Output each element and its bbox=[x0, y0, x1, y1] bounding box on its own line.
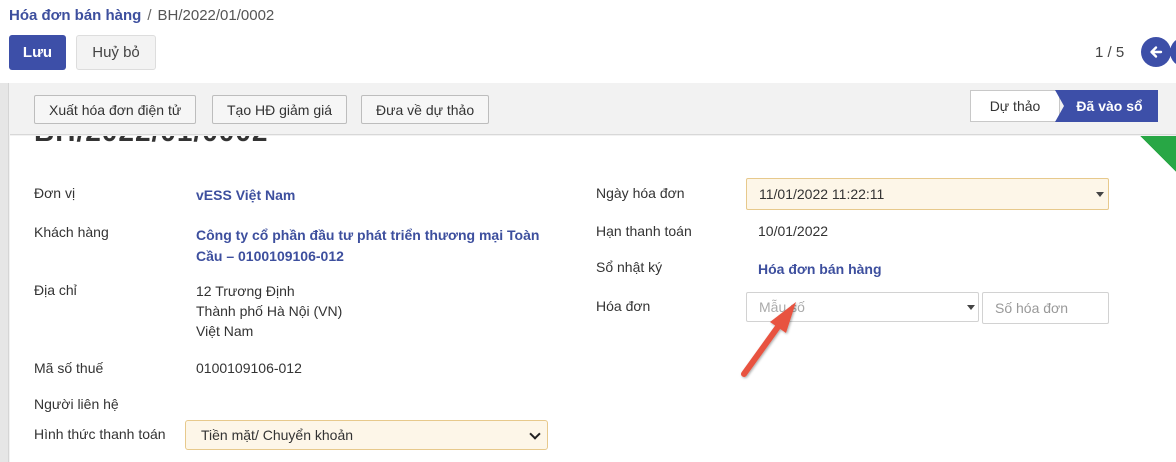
breadcrumb-separator: / bbox=[147, 7, 152, 24]
invoice-date-field[interactable]: 11/01/2022 11:22:11 bbox=[746, 178, 1109, 210]
unit-label: Đơn vị bbox=[34, 185, 76, 201]
annotation-arrow-icon bbox=[741, 302, 796, 377]
pager-next-button[interactable] bbox=[1170, 37, 1176, 67]
breadcrumb-current: BH/2022/01/0002 bbox=[157, 7, 275, 24]
due-date-label: Hạn thanh toán bbox=[596, 223, 692, 239]
contact-label: Người liên hệ bbox=[34, 396, 119, 412]
dropdown-caret-icon bbox=[967, 305, 975, 310]
unit-link[interactable]: vESS Việt Nam bbox=[196, 185, 295, 206]
due-date-value: 10/01/2022 bbox=[758, 223, 829, 239]
save-button[interactable]: Lưu bbox=[9, 35, 66, 70]
chevron-down-icon bbox=[529, 428, 541, 440]
invoice-label: Hóa đơn bbox=[596, 298, 651, 314]
payment-method-select[interactable]: Tiền mặt/ Chuyển khoản bbox=[185, 420, 548, 450]
payment-method-label: Hình thức thanh toán bbox=[34, 426, 166, 442]
tax-code-value: 0100109106-012 bbox=[196, 360, 302, 376]
customer-link[interactable]: Công ty cổ phần đầu tư phát triển thương… bbox=[196, 225, 539, 267]
customer-label: Khách hàng bbox=[34, 224, 109, 240]
journal-label: Sổ nhật ký bbox=[596, 259, 663, 275]
address-line3: Việt Nam bbox=[196, 323, 254, 339]
sheet-left-edge bbox=[0, 83, 9, 462]
breadcrumb: Hóa đơn bán hàng / BH/2022/01/0002 bbox=[9, 7, 274, 24]
stage-posted[interactable]: Đã vào sổ bbox=[1055, 90, 1158, 122]
journal-link[interactable]: Hóa đơn bán hàng bbox=[758, 259, 882, 280]
invoice-date-value: 11/01/2022 11:22:11 bbox=[759, 186, 885, 202]
payment-method-value: Tiền mặt/ Chuyển khoản bbox=[201, 427, 354, 443]
invoice-number-input[interactable]: Số hóa đơn bbox=[982, 292, 1109, 324]
stage-draft[interactable]: Dự thảo bbox=[970, 90, 1060, 122]
create-discount-invoice-button[interactable]: Tạo HĐ giảm giá bbox=[212, 95, 348, 124]
invoice-date-label: Ngày hóa đơn bbox=[596, 185, 685, 201]
customer-name-line2: Cầu – 0100109106-012 bbox=[196, 248, 344, 264]
export-einvoice-button[interactable]: Xuất hóa đơn điện tử bbox=[34, 95, 197, 124]
address-line2: Thành phố Hà Nội (VN) bbox=[196, 303, 343, 319]
invoice-number-placeholder: Số hóa đơn bbox=[995, 300, 1069, 316]
address-value: 12 Trương Định Thành phố Hà Nội (VN) Việ… bbox=[196, 281, 342, 341]
status-ribbon bbox=[1140, 136, 1176, 172]
dropdown-caret-icon bbox=[1096, 192, 1104, 197]
tax-code-label: Mã số thuế bbox=[34, 360, 104, 376]
breadcrumb-parent-link[interactable]: Hóa đơn bán hàng bbox=[9, 7, 141, 24]
customer-name-line1: Công ty cổ phần đầu tư phát triển thương… bbox=[196, 227, 540, 243]
address-line1: 12 Trương Định bbox=[196, 283, 295, 299]
reset-to-draft-button[interactable]: Đưa về dự thảo bbox=[361, 95, 490, 124]
pager-previous-button[interactable] bbox=[1141, 37, 1171, 67]
address-label: Địa chỉ bbox=[34, 282, 77, 298]
pager-value: 1 / 5 bbox=[1095, 44, 1125, 61]
arrow-left-icon bbox=[1150, 46, 1163, 58]
discard-button[interactable]: Huỷ bỏ bbox=[76, 35, 156, 70]
